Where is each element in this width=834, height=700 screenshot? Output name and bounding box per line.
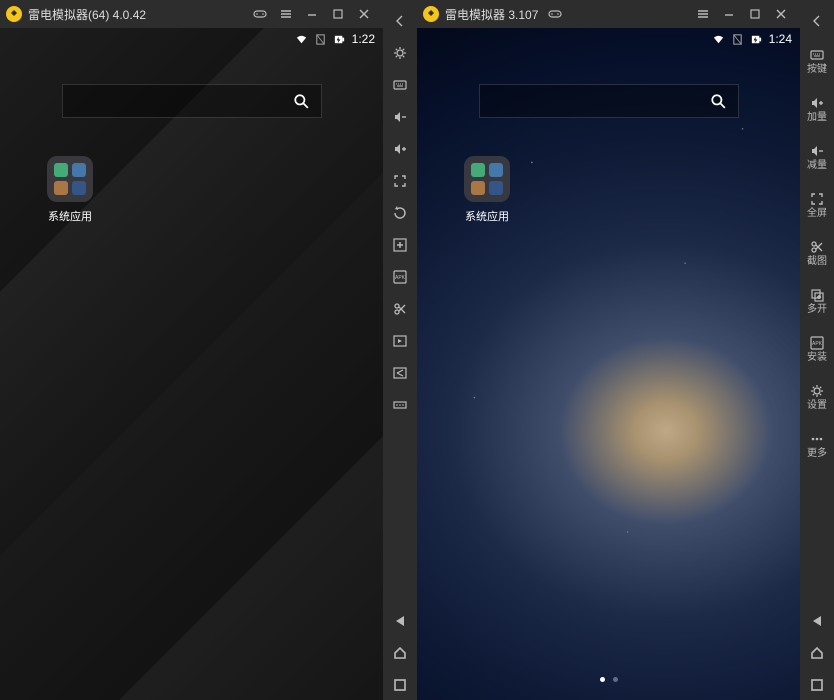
close-button[interactable] (351, 1, 377, 27)
titlebar-right: 雷电模拟器 3.107 (417, 0, 800, 28)
search-bar[interactable] (479, 84, 739, 118)
close-button[interactable] (768, 1, 794, 27)
android-statusbar: 1:22 (0, 28, 383, 50)
window-title: 雷电模拟器(64) 4.0.42 (28, 6, 146, 23)
volume-down-button[interactable]: 减量 (802, 134, 832, 180)
install-apk-button[interactable] (385, 262, 415, 292)
screenshot-button[interactable]: 截图 (802, 230, 832, 276)
wifi-icon (295, 33, 308, 46)
more-button[interactable]: 更多 (802, 422, 832, 468)
settings-button[interactable]: 设置 (802, 374, 832, 420)
emulator-screen[interactable]: 1:24 系统应用 (417, 28, 800, 700)
emulator-screen[interactable]: 1:22 系统应用 (0, 28, 383, 700)
collapse-button[interactable] (385, 6, 415, 36)
keymap-button[interactable]: 按键 (802, 38, 832, 84)
gamepad-icon[interactable] (542, 1, 568, 27)
folder-icon (47, 156, 93, 202)
search-icon (710, 93, 726, 109)
nav-back-button[interactable] (385, 606, 415, 636)
add-button[interactable] (385, 230, 415, 260)
volume-down-button[interactable] (385, 102, 415, 132)
folder-label: 系统应用 (48, 208, 92, 224)
no-sim-icon (314, 33, 327, 46)
keymap-button[interactable] (385, 70, 415, 100)
folder-label: 系统应用 (465, 208, 509, 224)
page-indicator (600, 677, 618, 682)
volume-up-button[interactable] (385, 134, 415, 164)
clock: 1:22 (352, 32, 375, 46)
nav-back-button[interactable] (802, 606, 832, 636)
search-icon (293, 93, 309, 109)
menu-button[interactable] (690, 1, 716, 27)
android-statusbar: 1:24 (417, 28, 800, 50)
minimize-button[interactable] (716, 1, 742, 27)
rotate-button[interactable] (385, 198, 415, 228)
install-apk-button[interactable]: 安装 (802, 326, 832, 372)
collapse-button[interactable] (802, 6, 832, 36)
search-bar[interactable] (62, 84, 322, 118)
battery-charging-icon (333, 33, 346, 46)
titlebar-left: 雷电模拟器(64) 4.0.42 (0, 0, 383, 28)
menu-button[interactable] (273, 1, 299, 27)
toolbar-right: 按键 加量 减量 全屏 截图 多开 安装 设置 更多 (800, 0, 834, 700)
wifi-icon (712, 33, 725, 46)
volume-up-button[interactable]: 加量 (802, 86, 832, 132)
clock: 1:24 (769, 32, 792, 46)
maximize-button[interactable] (325, 1, 351, 27)
share-button[interactable] (385, 358, 415, 388)
system-apps-folder[interactable]: 系统应用 (457, 156, 517, 224)
app-logo-icon (423, 6, 439, 22)
nav-home-button[interactable] (802, 638, 832, 668)
screenshot-button[interactable] (385, 326, 415, 356)
battery-charging-icon (750, 33, 763, 46)
gamepad-icon[interactable] (247, 1, 273, 27)
scissors-button[interactable] (385, 294, 415, 324)
minimize-button[interactable] (299, 1, 325, 27)
nav-recent-button[interactable] (802, 670, 832, 700)
fullscreen-button[interactable] (385, 166, 415, 196)
system-apps-folder[interactable]: 系统应用 (40, 156, 100, 224)
settings-button[interactable] (385, 38, 415, 68)
maximize-button[interactable] (742, 1, 768, 27)
no-sim-icon (731, 33, 744, 46)
app-logo-icon (6, 6, 22, 22)
more-button[interactable] (385, 390, 415, 420)
nav-home-button[interactable] (385, 638, 415, 668)
toolbar-left (383, 0, 417, 700)
multi-instance-button[interactable]: 多开 (802, 278, 832, 324)
window-title: 雷电模拟器 3.107 (445, 6, 538, 23)
folder-icon (464, 156, 510, 202)
fullscreen-button[interactable]: 全屏 (802, 182, 832, 228)
nav-recent-button[interactable] (385, 670, 415, 700)
